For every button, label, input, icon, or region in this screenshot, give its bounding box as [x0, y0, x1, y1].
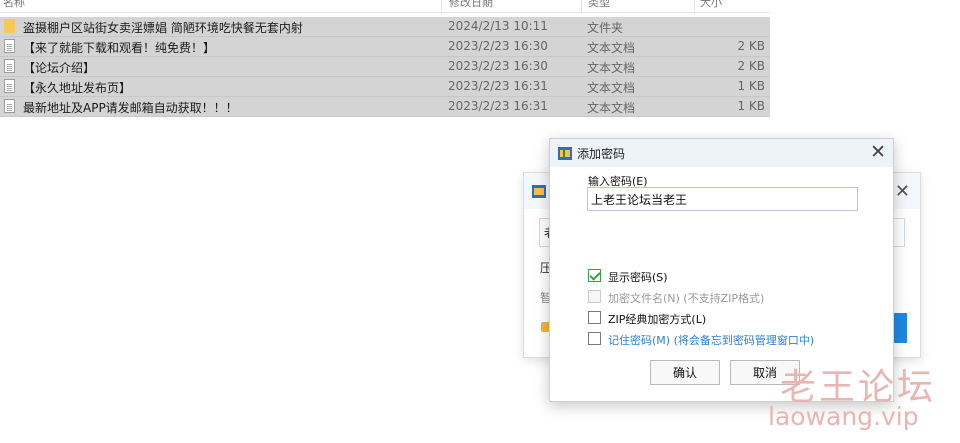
file-size: 1 KB	[737, 79, 765, 93]
header-divider[interactable]	[441, 0, 442, 12]
file-name: 最新地址及APP请发邮箱自动获取！！！	[23, 101, 238, 115]
header-type[interactable]: 类型	[588, 0, 610, 10]
text-file-icon	[4, 79, 15, 93]
file-date: 2024/2/13 10:11	[448, 19, 548, 33]
header-date[interactable]: 修改日期	[449, 0, 493, 10]
password-input[interactable]	[587, 187, 858, 211]
file-date: 2023/2/23 16:31	[448, 79, 548, 93]
file-type: 文件夹	[587, 21, 624, 35]
file-row[interactable]: 最新地址及APP请发邮箱自动获取！！！ 2023/2/23 16:31 文本文档…	[0, 97, 770, 117]
file-name: 【论坛介绍】	[23, 61, 96, 75]
dialog-title: 添加密码	[577, 147, 626, 161]
checkbox-box[interactable]	[588, 290, 601, 303]
file-type: 文本文档	[587, 61, 636, 75]
archive-app-icon	[532, 185, 546, 198]
option-label: 记住密码(M) (将会备忘到密码管理窗口中)	[608, 334, 815, 347]
folder-icon	[4, 19, 15, 33]
compress-button[interactable]	[893, 313, 907, 343]
close-icon[interactable]: ✕	[870, 141, 886, 163]
file-type: 文本文档	[587, 41, 636, 55]
confirm-button[interactable]: 确认	[650, 360, 720, 385]
file-date: 2023/2/23 16:30	[448, 59, 548, 73]
file-name: 盗摄棚户区站街女卖淫嫖娼 简陋环境吃快餐无套内射	[23, 21, 303, 35]
file-type: 文本文档	[587, 81, 636, 95]
checkbox-box[interactable]	[588, 311, 601, 324]
option-label: 显示密码(S)	[608, 271, 668, 284]
file-row[interactable]: 【来了就能下载和观看！纯免费！】 2023/2/23 16:30 文本文档 2 …	[0, 37, 770, 57]
file-list: 盗摄棚户区站街女卖淫嫖娼 简陋环境吃快餐无套内射 2024/2/13 10:11…	[0, 17, 770, 117]
file-row[interactable]: 盗摄棚户区站街女卖淫嫖娼 简陋环境吃快餐无套内射 2024/2/13 10:11…	[0, 17, 770, 37]
file-date: 2023/2/23 16:31	[448, 99, 548, 113]
file-size: 1 KB	[737, 99, 765, 113]
file-size: 2 KB	[737, 39, 765, 53]
archive-app-icon	[558, 147, 572, 160]
option-label: 加密文件名(N) (不支持ZIP格式)	[608, 292, 765, 305]
file-name: 【来了就能下载和观看！纯免费！】	[23, 41, 216, 55]
file-size: 2 KB	[737, 59, 765, 73]
file-type: 文本文档	[587, 101, 636, 115]
checkbox-box[interactable]	[588, 332, 601, 345]
checkbox-box[interactable]	[588, 269, 601, 282]
file-date: 2023/2/23 16:30	[448, 39, 548, 53]
header-size[interactable]: 大小	[700, 0, 722, 10]
header-divider[interactable]	[694, 0, 695, 12]
list-header: 名称 修改日期 类型 大小	[0, 0, 770, 13]
close-icon[interactable]: ✕	[895, 181, 910, 202]
option-label: ZIP经典加密方式(L)	[608, 313, 707, 326]
text-file-icon	[4, 39, 15, 53]
dialog-titlebar: 添加密码 ✕	[550, 139, 893, 167]
file-name: 【永久地址发布页】	[23, 81, 132, 95]
text-file-icon	[4, 99, 15, 113]
text-file-icon	[4, 59, 15, 73]
watermark-url: laowang.vip	[768, 402, 919, 431]
header-divider[interactable]	[581, 0, 582, 12]
file-row[interactable]: 【永久地址发布页】 2023/2/23 16:31 文本文档 1 KB	[0, 77, 770, 97]
header-name[interactable]: 名称	[3, 0, 25, 10]
file-row[interactable]: 【论坛介绍】 2023/2/23 16:30 文本文档 2 KB	[0, 57, 770, 77]
